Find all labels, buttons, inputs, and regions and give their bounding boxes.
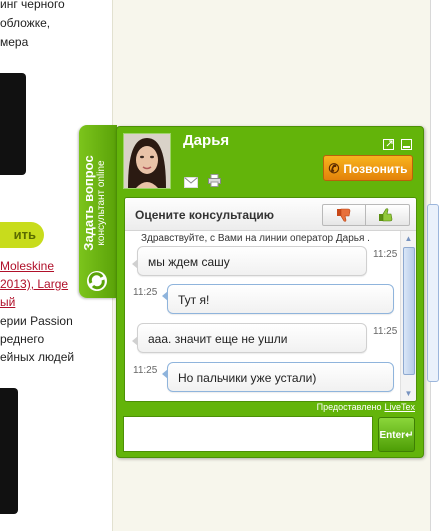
- ask-question-tab-text: Задать вопрос консультант online: [81, 133, 108, 273]
- description-line-1: ерии Passion: [0, 314, 73, 328]
- description-line-3: ейных людей: [0, 350, 75, 364]
- enter-button[interactable]: Enter↵: [378, 417, 415, 452]
- scroll-down-icon[interactable]: ▼: [403, 388, 414, 399]
- message-time-4: 11:25: [133, 365, 158, 376]
- buy-button[interactable]: ить: [0, 222, 44, 248]
- product-link-line-2[interactable]: 2013), Large: [0, 276, 68, 293]
- rating-label: Оцените консультацию: [135, 208, 275, 222]
- product-image-top[interactable]: [0, 73, 26, 175]
- product-link-line-1[interactable]: Moleskine: [0, 258, 54, 275]
- phone-icon: ✆: [328, 161, 340, 176]
- scroll-up-icon[interactable]: ▲: [403, 233, 414, 244]
- message-time-1: 11:25: [373, 249, 398, 260]
- rating-divider: [365, 205, 366, 225]
- rating-buttons: [322, 204, 410, 226]
- livetex-logo-icon: [87, 271, 107, 291]
- operator-name: Дарья: [183, 132, 230, 149]
- mail-icon[interactable]: [184, 175, 198, 188]
- message-input[interactable]: [123, 416, 373, 452]
- chat-scrollbar[interactable]: ▲ ▼: [400, 231, 416, 401]
- popout-icon[interactable]: [383, 137, 394, 150]
- print-icon[interactable]: [208, 174, 221, 187]
- message-operator-2: ааа. значит еще не ушли: [132, 323, 367, 353]
- livetex-link[interactable]: LiveTex: [384, 402, 415, 412]
- provided-by-label: Предоставлено: [316, 402, 382, 412]
- chat-panel: Оцените консультацию Здравствуйте, с Вам…: [124, 197, 417, 402]
- ask-question-tab[interactable]: Задать вопрос консультант online: [79, 125, 117, 298]
- bg-text-line-1: инг черного: [0, 0, 65, 11]
- bg-text-line-2: обложке,: [0, 16, 51, 30]
- rating-bar: Оцените консультацию: [125, 198, 416, 231]
- thumbs-up-icon[interactable]: [378, 207, 394, 228]
- minimize-icon[interactable]: [401, 137, 412, 150]
- call-button-label: Позвонить: [343, 162, 408, 176]
- call-button[interactable]: ✆ Позвонить: [323, 155, 413, 181]
- operator-avatar: [123, 133, 171, 189]
- enter-arrow-icon: ↵: [405, 430, 414, 441]
- chat-widget: Дарья ✆ Позвонить Оцените консультацию З…: [116, 126, 424, 458]
- product-image-bottom[interactable]: [0, 388, 18, 514]
- ask-question-title: Задать вопрос: [81, 155, 96, 251]
- ask-question-subtitle: консультант online: [96, 160, 107, 246]
- provided-by: Предоставлено LiveTex: [117, 402, 415, 412]
- page-scrollbar-thumb[interactable]: [427, 204, 439, 382]
- thumbs-down-icon[interactable]: [336, 207, 352, 228]
- bg-text-line-3: мера: [0, 35, 29, 49]
- message-time-3: 11:25: [373, 326, 398, 337]
- message-list: Здравствуйте, с Вами на линии оператор Д…: [125, 231, 399, 401]
- message-time-2: 11:25: [133, 287, 158, 298]
- greeting-message: Здравствуйте, с Вами на линии оператор Д…: [141, 233, 370, 244]
- enter-button-label: Enter: [379, 430, 406, 441]
- message-operator-1: мы ждем сашу: [132, 246, 367, 276]
- product-link-line-3[interactable]: ый: [0, 294, 15, 311]
- message-visitor-2: Но пальчики уже устали): [162, 362, 394, 392]
- description-line-2: реднего: [0, 332, 45, 346]
- message-visitor-1: Тут я!: [162, 284, 394, 314]
- scroll-thumb[interactable]: [403, 247, 415, 375]
